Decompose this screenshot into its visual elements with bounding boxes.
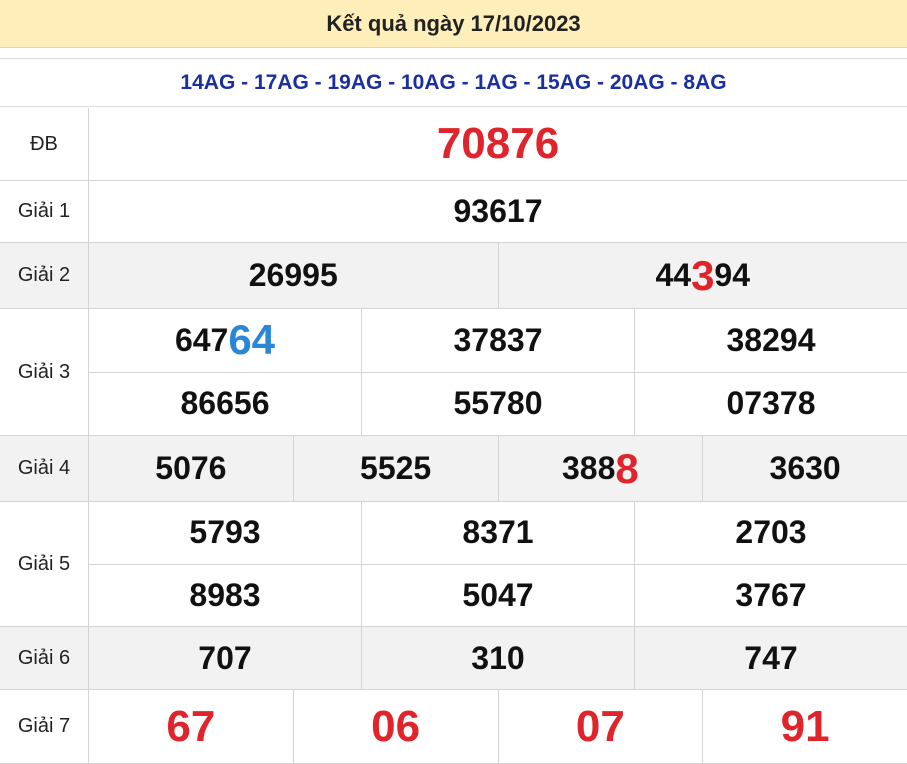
- prize-number: 07378: [634, 372, 907, 435]
- prize-number: 91: [702, 690, 907, 763]
- prize-number: 67: [166, 701, 216, 751]
- prize-number: 310: [361, 627, 634, 689]
- prize-label: Giải 6: [0, 627, 89, 689]
- prize-row-g6: Giải 6 707 310 747: [0, 627, 907, 690]
- prize-number: 44 3 94: [497, 243, 907, 308]
- prize-number: 55780: [361, 372, 634, 435]
- prize-label: Giải 1: [0, 181, 89, 242]
- prize-row-g7: Giải 7 67 06 07 91: [0, 690, 907, 764]
- prize-number: 647 64: [174, 316, 276, 364]
- prize-label: Giải 4: [0, 436, 89, 501]
- prize-number: 37837: [361, 309, 634, 372]
- results-title: Kết quả ngày 17/10/2023: [326, 10, 581, 36]
- prize-number: 07: [497, 690, 703, 763]
- prize-label: ĐB: [0, 108, 89, 180]
- prize-row-db: ĐB 70876: [0, 108, 907, 181]
- prize-row-g3: Giải 3 647 64 37837 38294 86656 55780 073…: [0, 309, 907, 436]
- prize-number: 8371: [361, 502, 634, 564]
- prize-number: 5047: [361, 564, 634, 626]
- prize-row-g2: Giải 2 26995 44 3 94: [0, 243, 907, 309]
- prize-number: 2703: [634, 502, 907, 564]
- prize-number: 26995: [248, 257, 338, 293]
- prize-number: 06: [292, 690, 498, 763]
- prize-number: 3630: [702, 436, 907, 501]
- prize-label: Giải 2: [0, 243, 89, 308]
- prize-number: 5076: [155, 450, 227, 486]
- prize-number: 707: [198, 639, 252, 676]
- ticket-codes: 14AG - 17AG - 19AG - 10AG - 1AG - 15AG -…: [0, 58, 907, 107]
- special-prize-number: 70876: [436, 119, 560, 168]
- prize-number: 388 8: [497, 436, 703, 501]
- highlight-digits: 64: [228, 316, 276, 364]
- prize-number: 5793: [189, 514, 261, 551]
- prize-row-g4: Giải 4 5076 5525 388 8 3630: [0, 436, 907, 502]
- prize-number: 747: [634, 627, 907, 689]
- highlight-digit: 3: [691, 251, 715, 299]
- prize-number: 5525: [292, 436, 498, 501]
- results-header: Kết quả ngày 17/10/2023: [0, 0, 907, 48]
- prize-row-g1: Giải 1 93617: [0, 181, 907, 243]
- highlight-digit: 8: [615, 444, 639, 492]
- prize-label: Giải 7: [0, 690, 89, 763]
- prize-label: Giải 5: [0, 502, 89, 626]
- prize-number: 38294: [634, 309, 907, 372]
- prize-row-g5: Giải 5 5793 8371 2703 8983 5047 3767: [0, 502, 907, 627]
- prize-number: 8983: [189, 576, 261, 613]
- prize-number: 3767: [634, 564, 907, 626]
- prize-number: 86656: [180, 385, 270, 422]
- prize-number: 93617: [453, 193, 543, 229]
- prize-label: Giải 3: [0, 309, 89, 435]
